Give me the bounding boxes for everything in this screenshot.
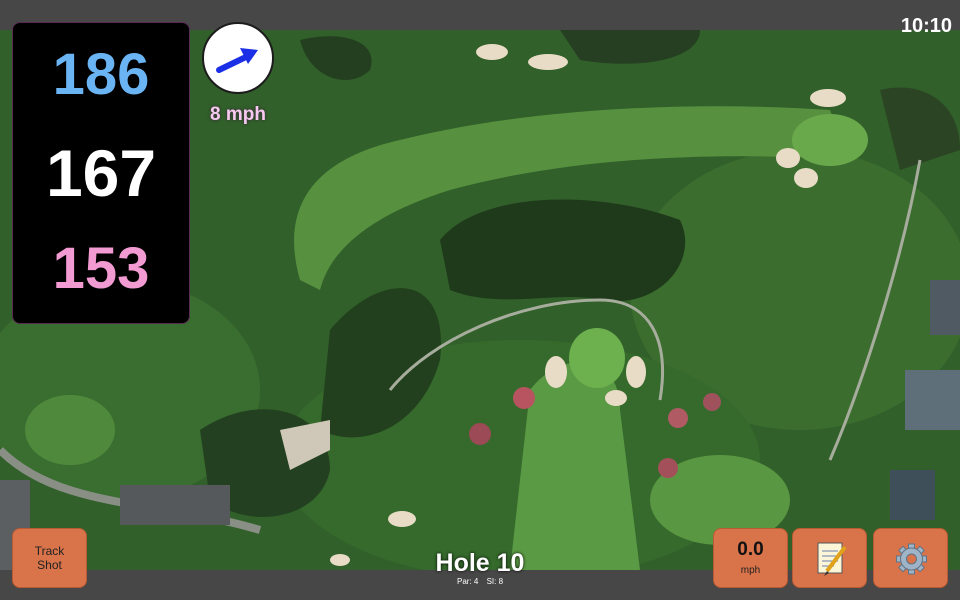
track-shot-label-line1: Track <box>34 544 65 558</box>
yardage-panel: 186 167 153 <box>12 22 190 324</box>
front-yardage: 186 <box>52 42 150 107</box>
wind-direction-arrow-icon <box>216 48 258 73</box>
middle-yardage: 167 <box>45 136 157 210</box>
notepad-icon <box>817 542 847 576</box>
speed-value: 0.0 <box>737 539 764 560</box>
back-yardage: 153 <box>52 236 150 301</box>
hole-title: Hole 10 <box>435 549 525 577</box>
wind-direction-indicator <box>202 22 274 94</box>
hole-par: Par: 4 <box>456 577 479 586</box>
settings-button[interactable] <box>873 528 948 588</box>
speed-button[interactable]: 0.0 mph <box>713 528 788 588</box>
gear-icon <box>896 543 927 575</box>
clock-time: 10:10 <box>900 15 952 37</box>
wind-speed-label: 8 mph <box>210 104 266 125</box>
hole-stroke-index: SI: 8 <box>486 577 504 586</box>
track-shot-button[interactable]: Track Shot <box>12 528 87 588</box>
notes-button[interactable] <box>792 528 867 588</box>
track-shot-label-line2: Shot <box>37 558 62 572</box>
hole-info: Par: 4 SI: 8 <box>380 577 580 586</box>
speed-unit: mph <box>740 565 761 576</box>
